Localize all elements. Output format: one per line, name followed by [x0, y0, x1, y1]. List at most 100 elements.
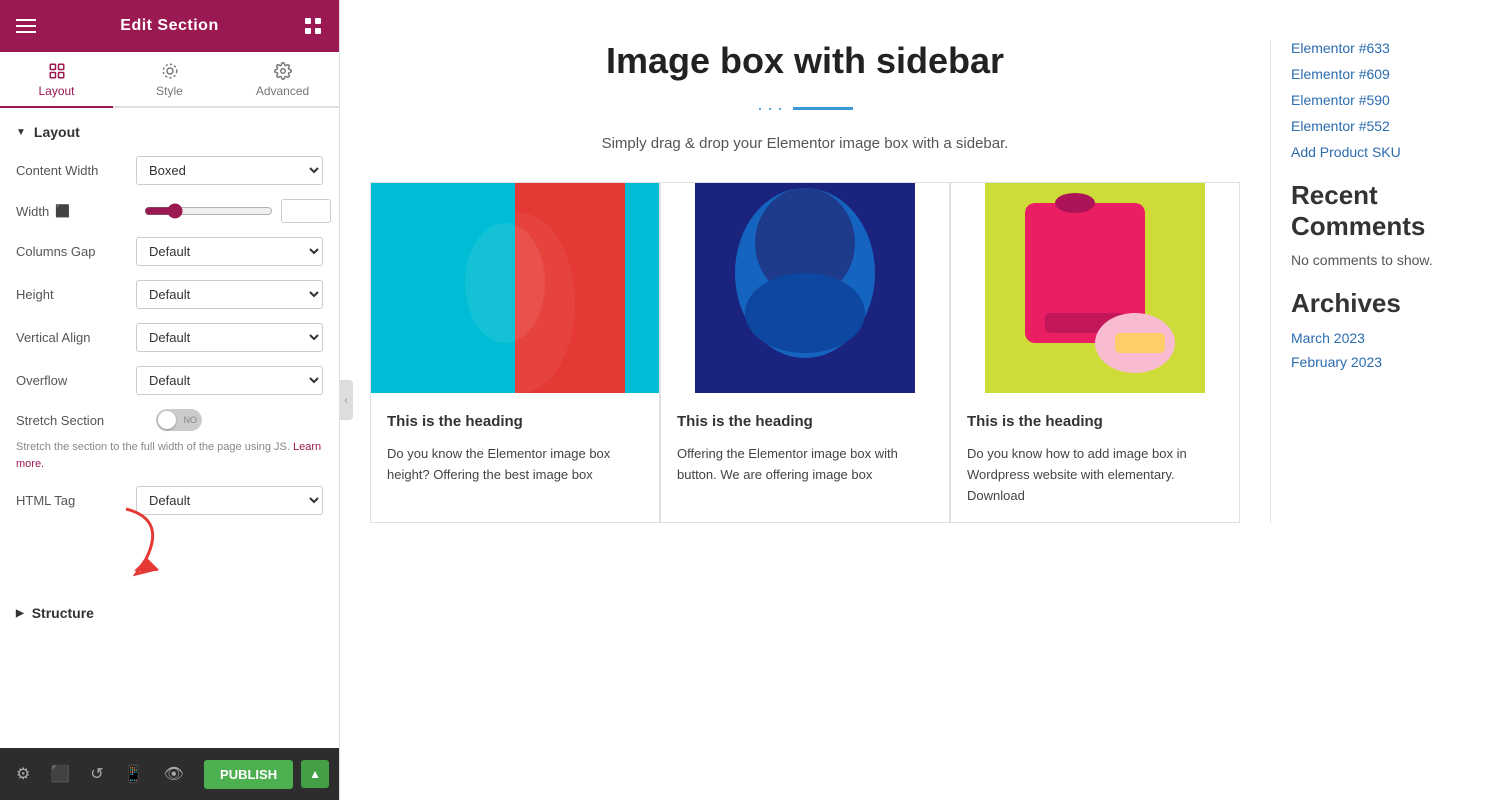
- right-sidebar: Elementor #633 Elementor #609 Elementor …: [1270, 40, 1470, 523]
- height-control: Default Fit to Screen Min Height: [136, 280, 323, 309]
- image-box-2: This is the heading Offering the Element…: [660, 182, 950, 523]
- archive-link-1[interactable]: February 2023: [1291, 354, 1470, 370]
- columns-gap-control: Default None Narrow Extended Wide: [136, 237, 323, 266]
- vertical-align-control: Default Top Middle Bottom: [136, 323, 323, 352]
- panel-header: Edit Section: [0, 0, 339, 52]
- height-row: Height Default Fit to Screen Min Height: [16, 280, 323, 309]
- layers-icon-btn[interactable]: ⬛: [44, 760, 76, 788]
- columns-gap-row: Columns Gap Default None Narrow Extended…: [16, 237, 323, 266]
- columns-gap-select[interactable]: Default None Narrow Extended Wide: [136, 237, 323, 266]
- archive-link-0[interactable]: March 2023: [1291, 330, 1470, 346]
- image-box-3-content: This is the heading Do you know how to a…: [951, 393, 1239, 522]
- stretch-section-label: Stretch Section: [16, 413, 156, 428]
- image-3-svg: [951, 183, 1239, 393]
- tab-style-label: Style: [156, 84, 183, 98]
- page-title: Image box with sidebar: [370, 40, 1240, 82]
- content-width-row: Content Width Boxed Full Width: [16, 156, 323, 185]
- edit-section-panel: Edit Section Layout S: [0, 0, 340, 800]
- red-arrow-icon: [46, 499, 206, 579]
- structure-label: Structure: [32, 605, 94, 621]
- sidebar-link-2[interactable]: Elementor #590: [1291, 92, 1470, 108]
- image-2-svg: [661, 183, 949, 393]
- image-box-3-text: Do you know how to add image box in Word…: [967, 444, 1223, 506]
- image-box-3-heading: This is the heading: [967, 411, 1223, 432]
- monitor-icon: ⬛: [55, 204, 70, 218]
- image-1-svg: [371, 183, 659, 393]
- tab-layout-label: Layout: [38, 84, 74, 98]
- image-boxes-container: This is the heading Do you know the Elem…: [370, 182, 1240, 523]
- layout-collapse-arrow[interactable]: ▼: [16, 127, 26, 138]
- content-width-select[interactable]: Boxed Full Width: [136, 156, 323, 185]
- image-box-2-image: [661, 183, 949, 393]
- width-label: Width ⬛: [16, 204, 136, 219]
- title-divider: ···: [370, 98, 1240, 119]
- stretch-section-row: Stretch Section NO: [16, 409, 323, 431]
- responsive-icon-btn[interactable]: 📱: [118, 760, 150, 788]
- tab-advanced-label: Advanced: [256, 84, 309, 98]
- height-select[interactable]: Default Fit to Screen Min Height: [136, 280, 323, 309]
- sidebar-link-3[interactable]: Elementor #552: [1291, 118, 1470, 134]
- tab-advanced[interactable]: Advanced: [226, 52, 339, 108]
- overflow-label: Overflow: [16, 373, 136, 388]
- sidebar-link-0[interactable]: Elementor #633: [1291, 40, 1470, 56]
- panel-tabs: Layout Style Advanced: [0, 52, 339, 108]
- archives-title: Archives: [1291, 288, 1470, 319]
- history-icon-btn[interactable]: ↺: [84, 760, 109, 788]
- preview-icon-btn[interactable]: 👁: [158, 760, 190, 788]
- width-slider-container: [144, 199, 331, 223]
- stretch-section-toggle[interactable]: NO: [156, 409, 202, 431]
- sidebar-links: Elementor #633 Elementor #609 Elementor …: [1291, 40, 1470, 160]
- structure-section-header[interactable]: ▶ Structure: [16, 599, 323, 627]
- tab-style[interactable]: Style: [113, 52, 226, 108]
- sidebar-link-4[interactable]: Add Product SKU: [1291, 144, 1470, 160]
- image-box-1-text: Do you know the Elementor image box heig…: [387, 444, 643, 486]
- page-subtitle: Simply drag & drop your Elementor image …: [370, 135, 1240, 152]
- tab-layout[interactable]: Layout: [0, 52, 113, 108]
- width-slider[interactable]: [144, 203, 273, 219]
- content-area: Image box with sidebar ··· Simply drag &…: [370, 40, 1270, 523]
- publish-dropdown-button[interactable]: ▲: [301, 760, 329, 788]
- image-box-1-heading: This is the heading: [387, 411, 643, 432]
- divider-line: [793, 107, 853, 110]
- image-box-2-content: This is the heading Offering the Element…: [661, 393, 949, 502]
- grid-icon[interactable]: [303, 16, 323, 36]
- recent-comments-title: Recent Comments: [1291, 180, 1470, 242]
- vertical-align-row: Vertical Align Default Top Middle Bottom: [16, 323, 323, 352]
- archive-links: March 2023 February 2023: [1291, 330, 1470, 370]
- overflow-control: Default Hidden: [136, 366, 323, 395]
- panel-collapse-handle[interactable]: ‹: [339, 380, 353, 420]
- image-box-3-image: [951, 183, 1239, 393]
- hamburger-icon[interactable]: [16, 19, 36, 33]
- stretch-hint: Stretch the section to the full width of…: [16, 439, 323, 472]
- content-width-label: Content Width: [16, 163, 136, 178]
- image-box-1: This is the heading Do you know the Elem…: [370, 182, 660, 523]
- overflow-select[interactable]: Default Hidden: [136, 366, 323, 395]
- toggle-knob: [158, 411, 176, 429]
- columns-gap-label: Columns Gap: [16, 244, 136, 259]
- dot-decoration: ···: [757, 98, 787, 119]
- recent-comments-text: No comments to show.: [1291, 252, 1470, 268]
- image-box-1-content: This is the heading Do you know the Elem…: [371, 393, 659, 502]
- width-input[interactable]: [281, 199, 331, 223]
- width-row: Width ⬛: [16, 199, 323, 223]
- layout-section-label: Layout: [34, 124, 80, 140]
- layout-section-header: ▼ Layout: [16, 124, 323, 140]
- vertical-align-select[interactable]: Default Top Middle Bottom: [136, 323, 323, 352]
- toggle-off-text: NO: [184, 415, 198, 425]
- image-box-2-heading: This is the heading: [677, 411, 933, 432]
- height-label: Height: [16, 287, 136, 302]
- vertical-align-label: Vertical Align: [16, 330, 136, 345]
- main-content-area: Image box with sidebar ··· Simply drag &…: [340, 0, 1500, 800]
- structure-expand-arrow: ▶: [16, 608, 24, 619]
- panel-title: Edit Section: [120, 17, 218, 35]
- sidebar-link-1[interactable]: Elementor #609: [1291, 66, 1470, 82]
- overflow-row: Overflow Default Hidden: [16, 366, 323, 395]
- settings-icon-btn[interactable]: ⚙: [10, 760, 36, 788]
- image-box-1-image: [371, 183, 659, 393]
- publish-button[interactable]: PUBLISH: [204, 760, 293, 789]
- image-box-3: This is the heading Do you know how to a…: [950, 182, 1240, 523]
- red-arrow-annotation: [16, 529, 323, 589]
- page-area: Image box with sidebar ··· Simply drag &…: [340, 0, 1500, 563]
- panel-content: ▼ Layout Content Width Boxed Full Width …: [0, 108, 339, 748]
- panel-bottom-bar: ⚙ ⬛ ↺ 📱 👁 PUBLISH ▲: [0, 748, 339, 800]
